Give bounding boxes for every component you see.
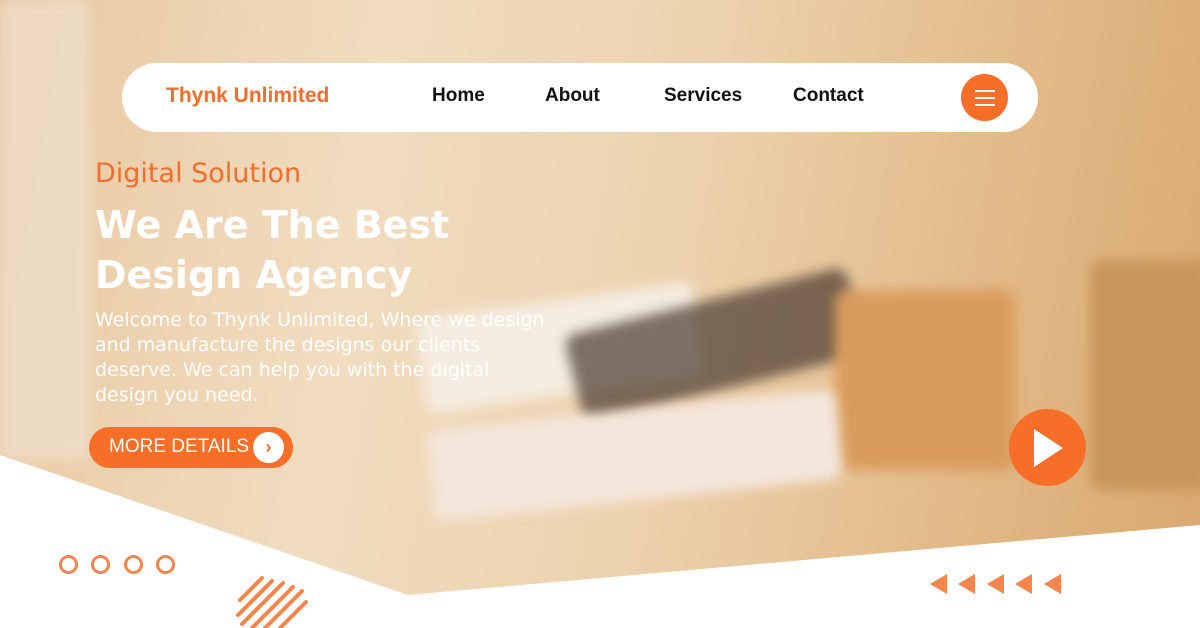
nav-about[interactable]: About bbox=[545, 85, 600, 107]
hero-eyebrow: Digital Solution bbox=[95, 158, 302, 189]
triangle-left-decoration-icon bbox=[1015, 574, 1032, 594]
ring-decoration-icon bbox=[124, 555, 143, 574]
ring-decoration-icon bbox=[156, 555, 175, 574]
navbar: Thynk Unlimited Home About Services Cont… bbox=[122, 63, 1038, 132]
hero-title-line-1: We Are The Best bbox=[95, 203, 450, 247]
hero-title-line-2: Design Agency bbox=[95, 253, 413, 297]
triangle-left-decoration-icon bbox=[1044, 574, 1061, 594]
triangle-left-decoration-icon bbox=[987, 574, 1004, 594]
nav-home[interactable]: Home bbox=[432, 85, 485, 107]
play-icon[interactable] bbox=[1009, 409, 1086, 486]
triangle-left-decoration-icon bbox=[930, 574, 947, 594]
hamburger-icon[interactable] bbox=[961, 74, 1008, 121]
ring-decoration-icon bbox=[59, 555, 78, 574]
more-details-label: MORE DETAILS bbox=[109, 436, 250, 457]
hero-description: Welcome to Thynk Unlimited, Where we des… bbox=[95, 309, 545, 406]
nav-services[interactable]: Services bbox=[664, 85, 742, 107]
nav-contact[interactable]: Contact bbox=[793, 85, 864, 107]
triangle-left-decoration-icon bbox=[958, 574, 975, 594]
hero-title: We Are The Best Design Agency bbox=[95, 200, 515, 300]
ring-decoration-icon bbox=[91, 555, 110, 574]
logo[interactable]: Thynk Unlimited bbox=[166, 84, 329, 108]
chevron-right-icon: › bbox=[253, 432, 284, 463]
more-details-button[interactable]: MORE DETAILS › bbox=[89, 427, 293, 468]
